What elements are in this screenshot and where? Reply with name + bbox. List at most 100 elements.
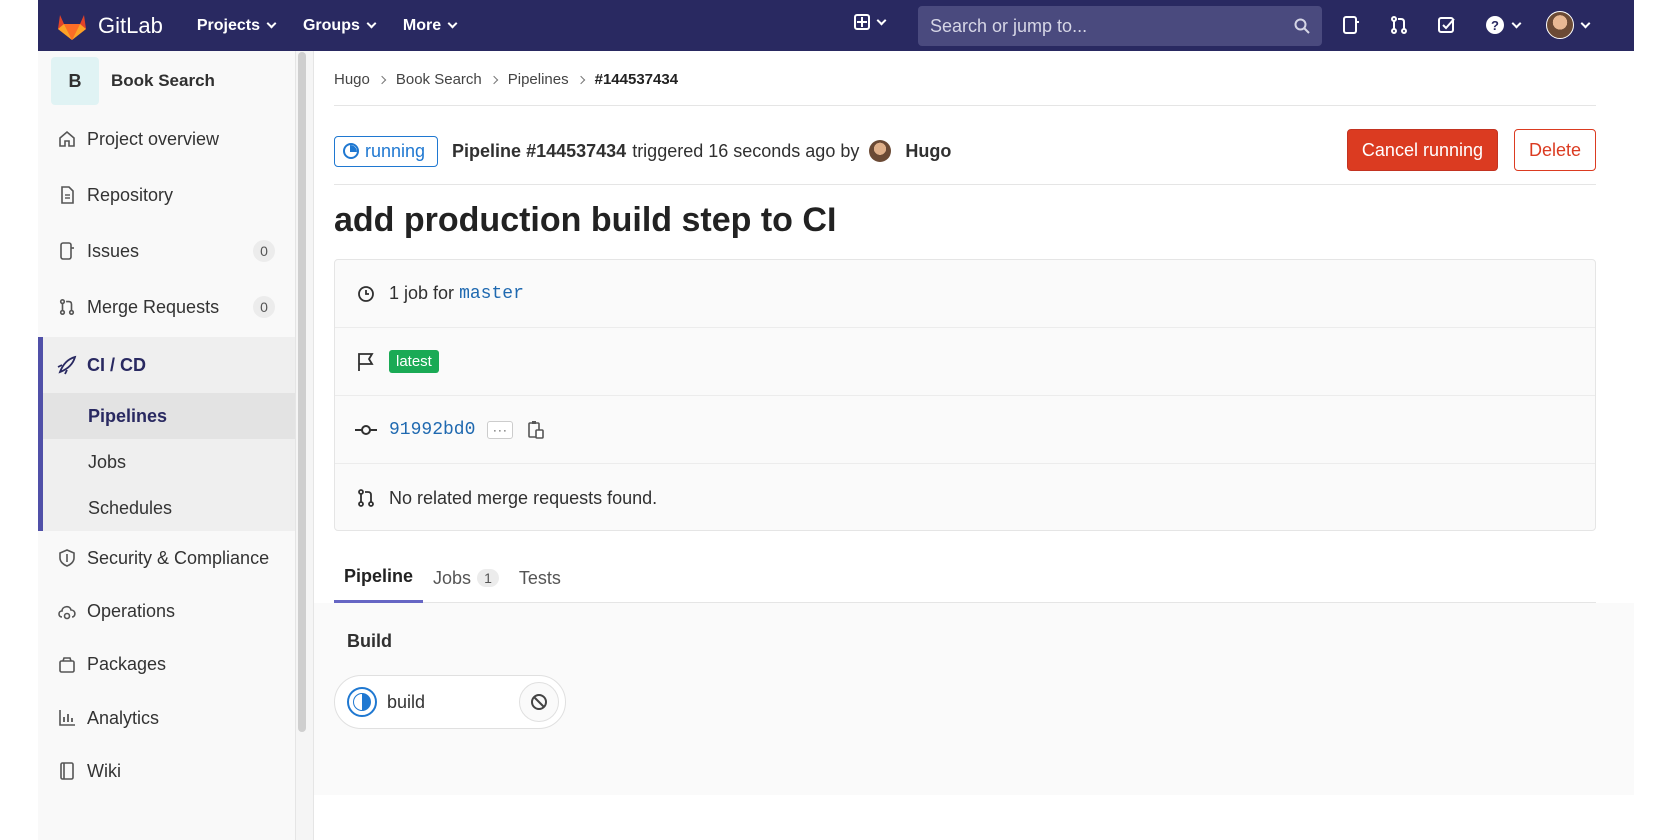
merge-requests-nav-icon[interactable] xyxy=(1386,12,1412,38)
commit-icon xyxy=(355,419,377,441)
breadcrumb-item[interactable]: Hugo xyxy=(334,71,370,88)
sidebar-subitem-jobs[interactable]: Jobs xyxy=(43,439,295,485)
pipeline-tabs: Pipeline Jobs 1 Tests xyxy=(334,553,1596,603)
branch-link[interactable]: master xyxy=(459,284,524,304)
delete-button[interactable]: Delete xyxy=(1513,129,1596,171)
nav-icons: ? xyxy=(1338,11,1612,39)
sidebar-item-label: Project overview xyxy=(87,128,220,149)
tab-jobs-label: Jobs xyxy=(433,567,472,588)
gitlab-home-link[interactable]: GitLab xyxy=(56,11,163,41)
status-badge[interactable]: running xyxy=(334,135,439,167)
search-input[interactable] xyxy=(930,15,1294,37)
pipeline-header: running Pipeline #144537434 triggered 16… xyxy=(334,129,1596,173)
commit-sha-link[interactable]: 91992bd0 xyxy=(389,420,475,440)
tab-tests-label: Tests xyxy=(518,567,561,588)
tab-jobs[interactable]: Jobs 1 xyxy=(423,553,509,603)
tab-tests[interactable]: Tests xyxy=(509,553,571,603)
sidebar-item-operations[interactable]: Operations xyxy=(38,585,295,638)
job-name: build xyxy=(387,691,426,712)
job-build[interactable]: build xyxy=(334,675,566,729)
nav-more[interactable]: More xyxy=(403,17,458,35)
pipeline-user[interactable]: Hugo xyxy=(905,141,951,162)
merge-request-icon xyxy=(57,297,77,317)
nav-menu: Projects Groups More xyxy=(197,17,484,35)
avatar[interactable] xyxy=(869,140,892,162)
sidebar-subitem-schedules[interactable]: Schedules xyxy=(43,485,295,531)
nav-projects[interactable]: Projects xyxy=(196,16,277,35)
search-icon xyxy=(1294,18,1310,34)
todos-nav-icon[interactable] xyxy=(1434,12,1460,38)
tags-row: latest xyxy=(335,328,1595,396)
sidebar-item-label: Issues xyxy=(87,240,140,261)
sidebar-item-label: Security & Compliance xyxy=(87,547,270,568)
divider xyxy=(334,105,1596,106)
status-label: running xyxy=(365,140,426,161)
sidebar-item-label: Merge Requests xyxy=(87,296,220,317)
pipeline-info: Pipeline #144537434 triggered 16 seconds… xyxy=(452,140,957,162)
gitlab-window: GitLab Projects Groups More ? xyxy=(38,0,1634,840)
sidebar-item-analytics[interactable]: Analytics xyxy=(38,691,295,745)
project-avatar: B xyxy=(51,57,99,105)
new-item-dropdown[interactable] xyxy=(854,14,887,30)
package-icon xyxy=(57,655,77,675)
clipboard-icon[interactable] xyxy=(527,420,545,440)
chevron-down-icon xyxy=(447,18,458,29)
sidebar-item-issues[interactable]: Issues 0 xyxy=(38,223,295,279)
jobs-summary-text: 1 job for xyxy=(389,283,455,303)
sidebar-project-header[interactable]: B Book Search xyxy=(38,51,295,111)
sidebar-item-project-overview[interactable]: Project overview xyxy=(38,111,295,167)
brand-name: GitLab xyxy=(98,12,163,38)
sidebar-item-cicd[interactable]: CI / CD xyxy=(43,337,295,393)
sidebar-item-label: CI / CD xyxy=(87,354,147,375)
chevron-down-icon xyxy=(1580,18,1590,28)
rocket-icon xyxy=(57,355,77,375)
document-icon xyxy=(57,185,77,205)
merge-requests-row: No related merge requests found. xyxy=(335,464,1595,532)
chevron-right-icon xyxy=(576,75,585,84)
merge-requests-text: No related merge requests found. xyxy=(389,487,658,508)
sidebar-subitem-pipelines[interactable]: Pipelines xyxy=(43,393,295,439)
clock-icon xyxy=(355,283,377,305)
jobs-summary-row: 1 job for master xyxy=(335,260,1595,328)
latest-badge: latest xyxy=(389,350,439,373)
sidebar-item-repository[interactable]: Repository xyxy=(38,167,295,223)
stage-title: Build xyxy=(347,631,392,651)
pipeline-triggered-text: triggered 16 seconds ago by xyxy=(632,140,860,161)
sidebar-item-security[interactable]: Security & Compliance xyxy=(38,531,295,585)
cancel-job-button[interactable] xyxy=(519,682,559,722)
chart-icon xyxy=(57,708,77,728)
tab-pipeline[interactable]: Pipeline xyxy=(334,553,424,603)
sidebar-item-wiki[interactable]: Wiki xyxy=(38,745,295,797)
merge-request-icon xyxy=(355,487,377,509)
shield-icon xyxy=(57,548,77,568)
sidebar-item-merge-requests[interactable]: Merge Requests 0 xyxy=(38,279,295,335)
sidebar-item-label: Wiki xyxy=(87,760,121,781)
nav-groups-label: Groups xyxy=(302,16,360,34)
home-icon xyxy=(57,129,77,149)
search-box[interactable] xyxy=(918,6,1322,46)
project-sidebar: B Book Search Project overview Repositor… xyxy=(38,51,296,840)
breadcrumb-item[interactable]: Pipelines xyxy=(508,71,569,88)
nav-projects-label: Projects xyxy=(196,16,260,34)
page-title: add production build step to CI xyxy=(334,201,837,239)
help-nav-icon[interactable]: ? xyxy=(1482,12,1522,38)
cloud-gear-icon xyxy=(57,602,77,622)
nav-groups[interactable]: Groups xyxy=(302,16,377,35)
running-status-icon xyxy=(347,687,377,717)
breadcrumb-current[interactable]: #144537434 xyxy=(595,71,678,88)
issues-nav-icon[interactable] xyxy=(1338,12,1364,38)
user-menu[interactable] xyxy=(1544,11,1590,39)
breadcrumb-item[interactable]: Book Search xyxy=(396,71,482,88)
jobs-count-badge: 1 xyxy=(477,569,499,587)
expand-commit-message-button[interactable]: ··· xyxy=(487,420,514,439)
pipeline-id: Pipeline #144537434 xyxy=(452,140,627,161)
sidebar-item-label: Packages xyxy=(87,654,167,674)
tab-pipeline-label: Pipeline xyxy=(344,566,414,586)
issues-count-badge: 0 xyxy=(253,240,275,262)
project-name: Book Search xyxy=(111,71,215,90)
sidebar-item-packages[interactable]: Packages xyxy=(38,638,295,691)
flag-icon xyxy=(355,351,377,373)
sidebar-scrollbar[interactable] xyxy=(298,52,306,732)
sidebar-item-label: Analytics xyxy=(87,707,160,728)
cancel-running-button[interactable]: Cancel running xyxy=(1346,129,1498,171)
